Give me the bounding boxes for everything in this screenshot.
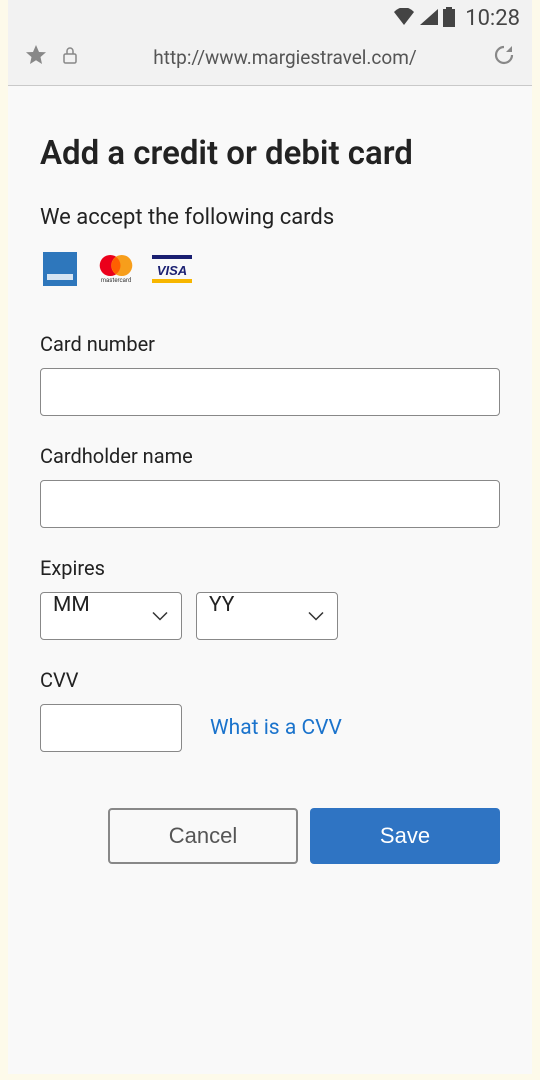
what-is-cvv-link[interactable]: What is a CVV <box>210 716 342 740</box>
cvv-group: CVV What is a CVV <box>40 668 500 752</box>
save-button[interactable]: Save <box>310 808 500 864</box>
battery-icon <box>443 7 455 31</box>
card-logos-row: mastercard VISA <box>40 254 500 284</box>
cellular-icon <box>419 8 439 30</box>
bookmark-star-icon[interactable] <box>24 43 48 71</box>
status-time: 10:28 <box>465 6 520 31</box>
expires-group: Expires MM YY <box>40 556 500 640</box>
status-bar: 10:28 <box>8 0 532 33</box>
expiry-month-value: MM <box>40 592 182 640</box>
expiry-year-value: YY <box>196 592 338 640</box>
expires-label: Expires <box>40 556 500 580</box>
cvv-label: CVV <box>40 668 500 692</box>
expiry-month-select[interactable]: MM <box>40 592 182 640</box>
cardholder-name-group: Cardholder name <box>40 444 500 528</box>
expiry-year-select[interactable]: YY <box>196 592 338 640</box>
url-bar[interactable]: http://www.margiestravel.com/ <box>92 46 478 69</box>
visa-logo-icon: VISA <box>152 254 192 284</box>
mastercard-logo-icon: mastercard <box>96 254 136 284</box>
cvv-input[interactable] <box>40 704 182 752</box>
page-content: Add a credit or debit card We accept the… <box>8 86 532 1074</box>
card-number-input[interactable] <box>40 368 500 416</box>
accepted-cards-subtitle: We accept the following cards <box>40 205 500 230</box>
card-number-label: Card number <box>40 332 500 356</box>
cardholder-name-input[interactable] <box>40 480 500 528</box>
wifi-icon <box>393 8 415 30</box>
form-actions: Cancel Save <box>40 808 500 864</box>
lock-icon <box>62 46 78 68</box>
cardholder-name-label: Cardholder name <box>40 444 500 468</box>
svg-text:VISA: VISA <box>157 263 187 278</box>
reload-icon[interactable] <box>492 43 516 71</box>
mastercard-label: mastercard <box>101 277 132 284</box>
amex-logo-icon <box>40 254 80 284</box>
page-title: Add a credit or debit card <box>40 134 500 173</box>
card-number-group: Card number <box>40 332 500 416</box>
browser-toolbar: http://www.margiestravel.com/ <box>8 33 532 85</box>
cancel-button[interactable]: Cancel <box>108 808 298 864</box>
browser-chrome: 10:28 http://www.margiestravel.com/ <box>8 0 532 86</box>
